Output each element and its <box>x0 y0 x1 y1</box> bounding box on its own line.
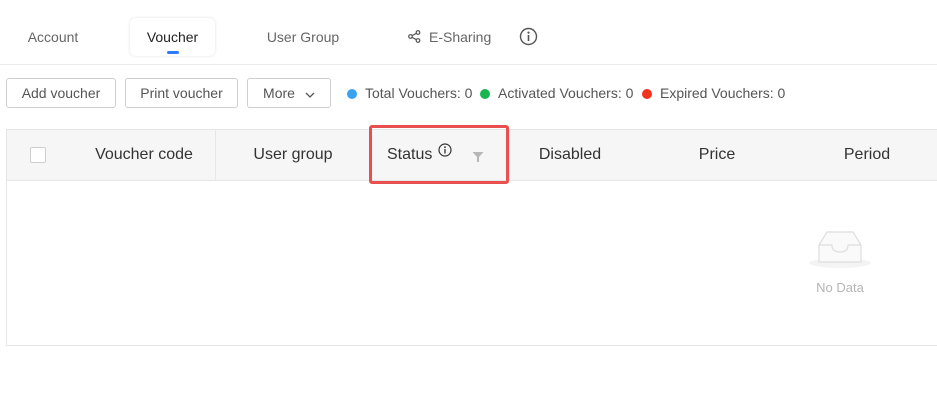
tab-voucher[interactable]: Voucher <box>130 18 215 56</box>
column-header-voucher-code[interactable]: Voucher code <box>69 130 219 180</box>
print-voucher-button[interactable]: Print voucher <box>125 78 238 108</box>
empty-inbox-icon <box>808 226 872 270</box>
tab-e-sharing-label: E-Sharing <box>429 29 492 45</box>
tab-user-group-label: User Group <box>266 29 340 45</box>
tab-e-sharing[interactable]: E-Sharing <box>408 18 494 56</box>
status-column-highlight <box>369 125 509 184</box>
tab-user-group[interactable]: User Group <box>266 18 340 56</box>
column-label: Voucher code <box>95 146 193 163</box>
column-header-period[interactable]: Period <box>797 130 937 180</box>
tab-account-label: Account <box>27 29 79 45</box>
column-label: User group <box>253 146 333 163</box>
more-label: More <box>263 85 295 101</box>
total-status-dot <box>347 89 357 99</box>
expired-vouchers-stat: Expired Vouchers: 0 <box>660 85 786 101</box>
column-header-user-group[interactable]: User group <box>216 130 370 180</box>
total-vouchers-stat: Total Vouchers: 0 <box>365 85 473 101</box>
empty-state-text: No Data <box>816 280 864 295</box>
chevron-down-icon <box>305 79 315 107</box>
tabs-divider <box>0 64 937 65</box>
column-label: Disabled <box>538 146 602 163</box>
more-dropdown-button[interactable]: More <box>247 78 331 108</box>
column-label: Price <box>698 146 736 163</box>
tab-account[interactable]: Account <box>27 18 79 56</box>
add-voucher-button[interactable]: Add voucher <box>6 78 116 108</box>
active-tab-indicator <box>167 51 179 54</box>
column-label: Period <box>843 146 891 163</box>
info-circle-icon[interactable] <box>519 27 538 46</box>
select-all-checkbox[interactable] <box>30 147 46 163</box>
tab-bar: Account Voucher User Group E-Sharing <box>0 18 937 58</box>
tab-voucher-label: Voucher <box>146 29 199 45</box>
activated-status-dot <box>480 89 490 99</box>
share-icon <box>408 19 421 57</box>
expired-status-dot <box>642 89 652 99</box>
column-header-price[interactable]: Price <box>637 130 797 180</box>
activated-vouchers-stat: Activated Vouchers: 0 <box>498 85 634 101</box>
column-header-disabled[interactable]: Disabled <box>510 130 630 180</box>
